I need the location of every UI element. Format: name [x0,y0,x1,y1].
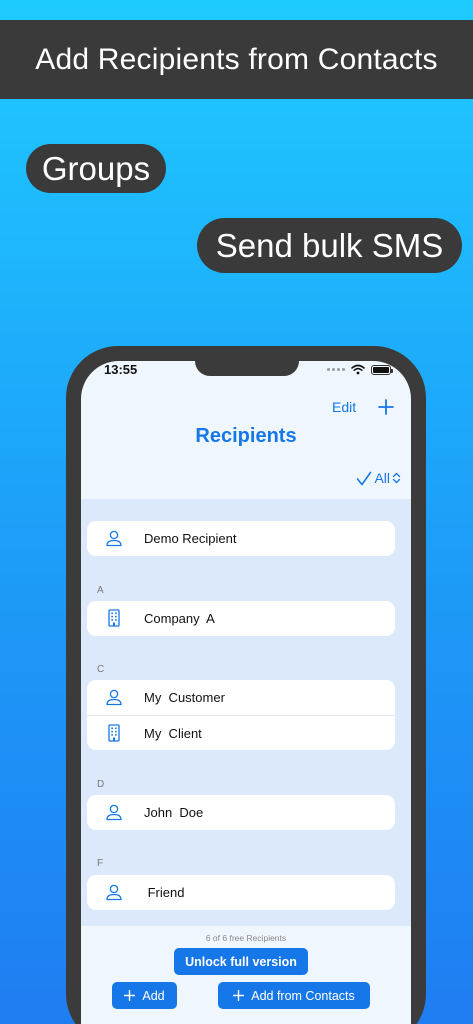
recipient-name: My Client [144,725,202,741]
free-recipients-count: 6 of 6 free Recipients [205,933,287,943]
add-from-contacts-label: Add from Contacts [251,988,355,1003]
recipient-card: My Customer My Client [87,680,395,750]
recipient-row-friend[interactable]: Friend [87,875,395,910]
recipient-name: My Customer [144,690,225,705]
building-icon [108,724,120,742]
recipient-row-my-customer[interactable]: My Customer [87,680,395,715]
person-icon [106,530,122,547]
add-button[interactable]: Add [112,982,177,1009]
add-recipient-plus-icon[interactable] [377,398,395,416]
person-icon [106,884,122,901]
section-header-d: D [97,779,105,790]
promo-banner: Add Recipients from Contacts [0,20,473,99]
phone-screen: 13:55 Edit Recipients All Demo Recipient… [81,361,411,1024]
footer-toolbar: 6 of 6 free Recipients Unlock full versi… [81,926,411,1024]
recipient-list[interactable]: Demo Recipient A Company A C My Customer… [81,499,411,926]
filter-label: All [374,470,390,486]
section-header-a: A [97,585,104,596]
recipient-card: Demo Recipient [87,521,395,556]
recipient-row-john-doe[interactable]: John Doe [87,795,395,830]
person-icon [106,804,122,821]
promo-pill-send-sms: Send bulk SMS [197,218,462,273]
edit-button[interactable]: Edit [332,399,356,415]
recipient-name: Company A [144,611,215,626]
building-icon [108,609,120,627]
recipient-row-my-client[interactable]: My Client [87,715,395,750]
wifi-icon [351,364,365,375]
recipient-name: Demo Recipient [144,531,237,546]
checkmark-icon [357,471,372,485]
recipient-row-company-a[interactable]: Company A [87,601,395,636]
plus-icon [233,990,245,1001]
section-header-c: C [97,664,105,675]
phone-frame: 13:55 Edit Recipients All Demo Recipient… [66,346,426,1024]
recipient-name: Friend [144,885,185,900]
promo-pill-groups: Groups [26,144,166,193]
plus-icon [124,990,136,1001]
signal-icon [327,368,345,371]
person-icon [106,689,122,706]
add-button-label: Add [142,988,165,1003]
recipient-card: Company A [87,601,395,636]
battery-icon [371,364,393,375]
recipient-card: John Doe [87,795,395,830]
recipient-name: John Doe [144,805,204,820]
chevron-up-down-icon [392,472,401,484]
status-time: 13:55 [104,362,138,377]
page-title: Recipients [195,425,297,447]
recipient-card: Friend [87,875,395,910]
phone-notch [195,361,299,376]
add-from-contacts-button[interactable]: Add from Contacts [218,982,370,1009]
section-header-f: F [97,858,104,869]
recipient-row-demo[interactable]: Demo Recipient [87,521,395,556]
unlock-full-version-button[interactable]: Unlock full version [174,948,308,975]
filter-all-button[interactable]: All [356,470,401,486]
status-icons [327,364,393,375]
